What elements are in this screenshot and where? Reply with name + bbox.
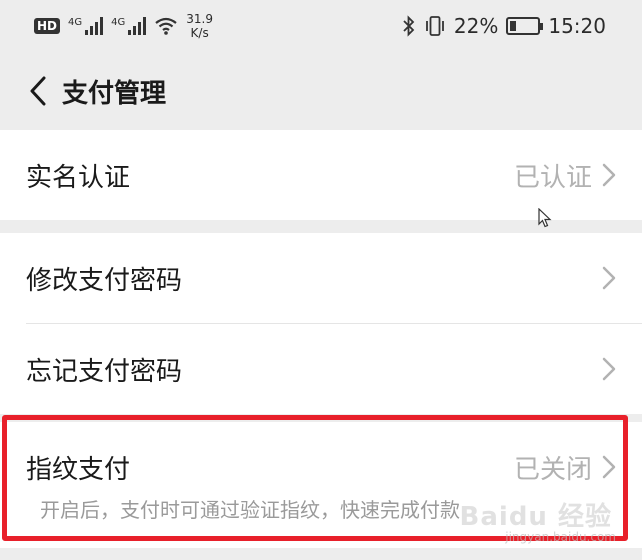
- battery-icon: [506, 17, 544, 35]
- forgot-pay-password-label: 忘记支付密码: [26, 356, 183, 387]
- watermark-url: jingyan.baidu.com: [505, 530, 616, 544]
- change-pay-password-row[interactable]: 修改支付密码: [0, 233, 642, 323]
- hd-badge: HD: [34, 18, 61, 34]
- chevron-right-icon: [602, 455, 616, 479]
- sim2-network-label: 4G: [111, 17, 126, 28]
- real-name-verification-row[interactable]: 实名认证 已认证: [0, 130, 642, 220]
- chevron-left-icon: [30, 76, 46, 106]
- battery-percent: 22%: [453, 14, 499, 38]
- mouse-cursor-icon: [538, 208, 552, 228]
- battery-level-fill: [510, 21, 517, 31]
- fingerprint-pay-label: 指纹支付: [26, 454, 131, 485]
- baidu-watermark: Baidu 经验: [459, 502, 612, 532]
- back-button[interactable]: [18, 71, 58, 111]
- page-title: 支付管理: [62, 78, 167, 109]
- network-speed-value: 31.9: [186, 12, 213, 26]
- fingerprint-pay-status: 已关闭: [513, 454, 592, 485]
- chevron-right-icon: [602, 163, 616, 187]
- network-speed-unit: K/s: [190, 26, 209, 40]
- network-speed: 31.9 K/s: [186, 12, 213, 40]
- password-group: 修改支付密码 忘记支付密码: [0, 233, 642, 414]
- clock: 15:20: [548, 14, 606, 38]
- verification-status: 已认证: [513, 162, 592, 193]
- bluetooth-icon: [403, 15, 415, 37]
- chevron-right-icon: [602, 266, 616, 290]
- status-bar: HD 4G 4G 31.9 K/s 22% 15:20: [0, 0, 642, 52]
- vibrate-icon: [426, 16, 444, 36]
- wifi-icon: [155, 17, 177, 35]
- real-name-verification-label: 实名认证: [26, 162, 131, 193]
- sim2-signal-icon: 4G: [111, 17, 147, 35]
- change-pay-password-label: 修改支付密码: [26, 265, 183, 296]
- chevron-right-icon: [602, 357, 616, 381]
- status-bar-right: 22% 15:20: [402, 14, 606, 38]
- sim1-network-label: 4G: [68, 17, 83, 28]
- status-bar-left: HD 4G 4G 31.9 K/s: [34, 12, 213, 40]
- forgot-pay-password-row[interactable]: 忘记支付密码: [0, 324, 642, 414]
- sim1-signal-icon: 4G: [68, 17, 104, 35]
- identity-group: 实名认证 已认证: [0, 130, 642, 220]
- nav-bar: 支付管理: [0, 52, 642, 130]
